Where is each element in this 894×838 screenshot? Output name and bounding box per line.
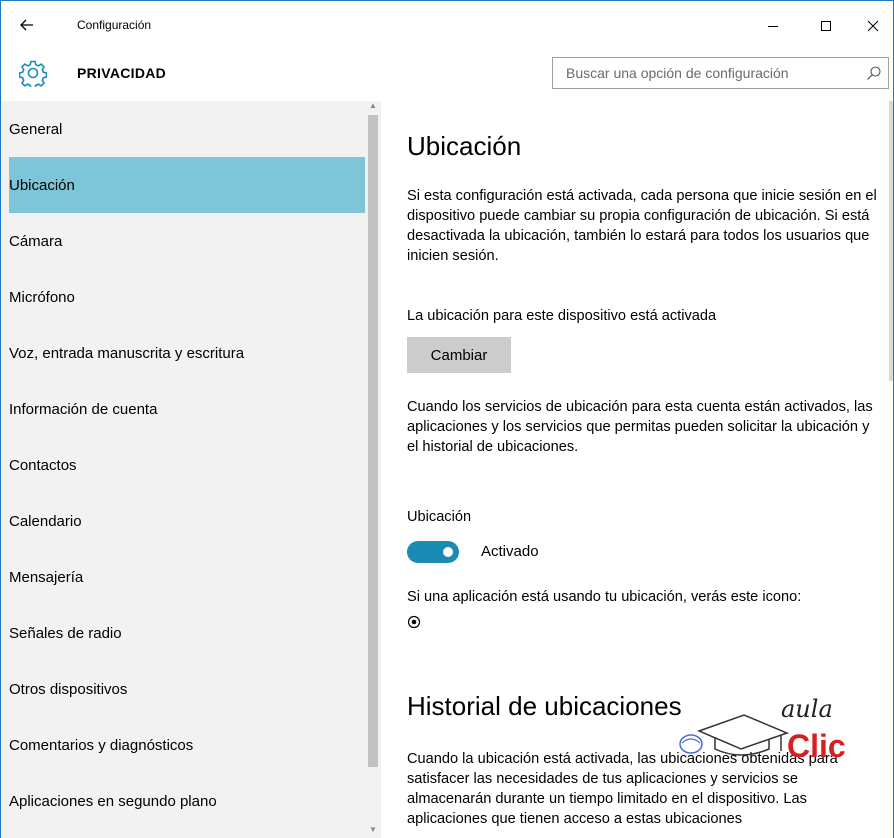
location-toggle-label: Ubicación — [407, 509, 472, 525]
back-button[interactable] — [13, 11, 41, 39]
sidebar-item-otros-dispositivos[interactable]: Otros dispositivos — [9, 661, 365, 717]
gear-icon — [19, 60, 47, 87]
sidebar-item-label: Cámara — [9, 232, 63, 250]
sidebar: General Ubicación Cámara Micrófono Voz, … — [1, 101, 381, 838]
location-toggle-state: Activado — [481, 543, 539, 560]
location-description: Si esta configuración está activada, cad… — [407, 188, 877, 264]
sidebar-item-label: Micrófono — [9, 288, 75, 306]
sidebar-item-label: Información de cuenta — [9, 400, 158, 418]
device-location-status: La ubicación para este dispositivo está … — [407, 308, 717, 324]
sidebar-item-label: General — [9, 120, 63, 138]
settings-window: Configuración PRIVACIDAD Gener — [0, 0, 894, 838]
scroll-down-arrow-icon[interactable]: ▼ — [369, 825, 377, 834]
section-title: PRIVACIDAD — [77, 65, 167, 81]
history-description: Cuando la ubicación está activada, las u… — [407, 751, 838, 827]
sidebar-item-voz[interactable]: Voz, entrada manuscrita y escritura — [9, 325, 365, 381]
window-title: Configuración — [77, 18, 152, 32]
sidebar-scroll-thumb[interactable] — [368, 115, 378, 767]
sidebar-item-segundo-plano[interactable]: Aplicaciones en segundo plano — [9, 773, 365, 829]
history-heading: Historial de ubicaciones — [407, 691, 682, 721]
location-icon-note: Si una aplicación está usando tu ubicaci… — [407, 589, 802, 605]
sidebar-scrollbar[interactable]: ▲ ▼ — [365, 101, 381, 838]
main-content: Ubicación Si esta configuración está act… — [381, 101, 893, 838]
sidebar-item-contactos[interactable]: Contactos — [9, 437, 365, 493]
sidebar-item-label: Contactos — [9, 456, 77, 474]
sidebar-item-label: Aplicaciones en segundo plano — [9, 792, 217, 810]
location-toggle[interactable] — [407, 541, 459, 563]
location-indicator-icon — [407, 615, 421, 629]
sidebar-item-label: Voz, entrada manuscrita y escritura — [9, 344, 245, 362]
search-box[interactable] — [552, 57, 889, 89]
title-bar: Configuración — [1, 1, 893, 51]
search-input[interactable] — [553, 58, 853, 88]
maximize-icon — [821, 21, 831, 31]
sidebar-item-label: Otros dispositivos — [9, 680, 128, 698]
page-header: PRIVACIDAD — [1, 51, 893, 99]
sidebar-item-label: Calendario — [9, 512, 82, 530]
sidebar-item-camara[interactable]: Cámara — [9, 213, 365, 269]
sidebar-item-label: Señales de radio — [9, 624, 122, 642]
sidebar-item-calendario[interactable]: Calendario — [9, 493, 365, 549]
sidebar-item-general[interactable]: General — [9, 101, 365, 157]
content-scrollbar[interactable] — [889, 101, 893, 381]
sidebar-item-label: Mensajería — [9, 568, 84, 586]
sidebar-item-mensajeria[interactable]: Mensajería — [9, 549, 365, 605]
maximize-button[interactable] — [806, 9, 846, 43]
sidebar-item-label: Ubicación — [9, 176, 75, 194]
minimize-icon — [768, 26, 778, 27]
sidebar-item-label: Comentarios y diagnósticos — [9, 736, 194, 754]
toggle-knob — [443, 547, 453, 557]
page-title: Ubicación — [407, 131, 522, 161]
scroll-up-arrow-icon[interactable]: ▲ — [369, 101, 377, 110]
sidebar-item-ubicacion[interactable]: Ubicación — [9, 157, 365, 213]
search-icon[interactable] — [866, 65, 882, 81]
account-location-description: Cuando los servicios de ubicación para e… — [407, 399, 873, 455]
minimize-button[interactable] — [753, 9, 793, 43]
close-icon — [867, 20, 879, 32]
back-arrow-icon — [20, 19, 33, 31]
sidebar-item-microfono[interactable]: Micrófono — [9, 269, 365, 325]
sidebar-item-senales-radio[interactable]: Señales de radio — [9, 605, 365, 661]
sidebar-item-comentarios[interactable]: Comentarios y diagnósticos — [9, 717, 365, 773]
close-button[interactable] — [853, 9, 893, 43]
sidebar-item-informacion-cuenta[interactable]: Información de cuenta — [9, 381, 365, 437]
change-button[interactable]: Cambiar — [407, 337, 511, 373]
